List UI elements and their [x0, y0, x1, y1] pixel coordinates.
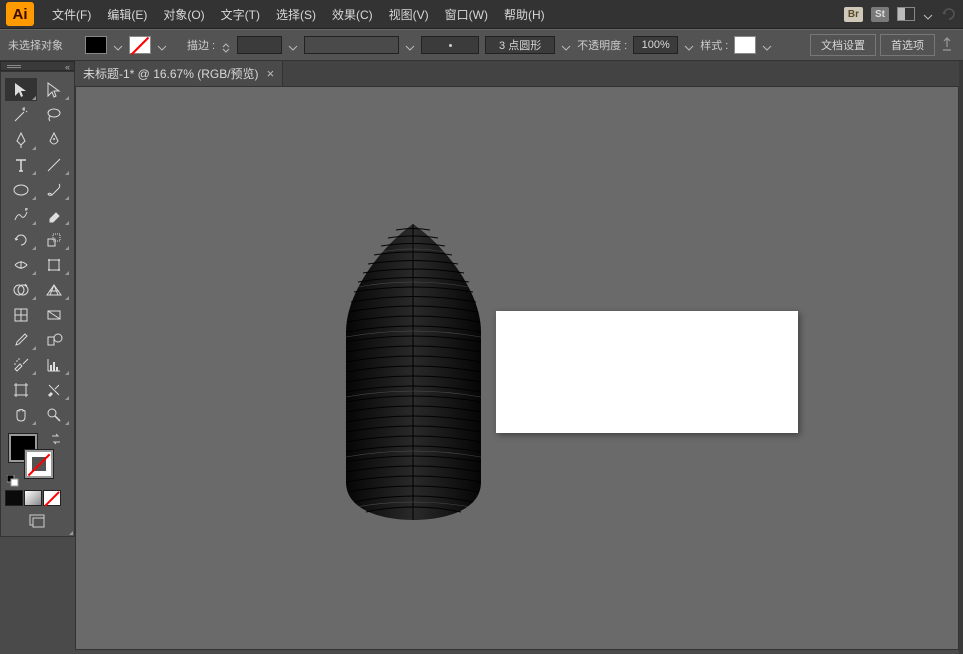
menu-object[interactable]: 对象(O) [155, 6, 212, 23]
stepper-icon[interactable] [221, 40, 231, 50]
perspective-grid-tool[interactable] [39, 278, 71, 301]
mesh-tool[interactable] [5, 303, 37, 326]
eyedropper-tool[interactable] [5, 328, 37, 351]
menu-file[interactable]: 文件(F) [44, 6, 99, 23]
stock-badge[interactable]: St [871, 7, 889, 22]
chevron-down-icon[interactable] [923, 9, 933, 19]
artboard [496, 311, 798, 433]
document-tab[interactable]: 未标题-1* @ 16.67% (RGB/预览) × [75, 61, 283, 86]
brush-definition-dropdown[interactable] [304, 36, 399, 54]
color-mode-row [5, 490, 70, 506]
free-transform-tool[interactable] [39, 253, 71, 276]
ellipse-tool[interactable] [5, 178, 37, 201]
right-panel-strip[interactable] [959, 61, 963, 654]
screen-mode-button[interactable] [27, 512, 49, 530]
menu-select[interactable]: 选择(S) [268, 6, 324, 23]
width-tool[interactable] [5, 253, 37, 276]
eraser-tool[interactable] [39, 203, 71, 226]
selection-status: 未选择对象 [8, 37, 63, 53]
menu-bar: Ai 文件(F) 编辑(E) 对象(O) 文字(T) 选择(S) 效果(C) 视… [0, 0, 963, 29]
rotate-tool[interactable] [5, 228, 37, 251]
pen-tool[interactable] [5, 128, 37, 151]
sync-icon[interactable] [941, 6, 957, 22]
shape-builder-tool[interactable] [5, 278, 37, 301]
line-tool[interactable] [39, 153, 71, 176]
artboard-tool[interactable] [5, 378, 37, 401]
shaper-tool[interactable] [5, 203, 37, 226]
chevron-down-icon[interactable] [288, 40, 298, 50]
curvature-tool[interactable] [39, 128, 71, 151]
stroke-color-swatch[interactable] [25, 450, 53, 478]
menu-window[interactable]: 窗口(W) [437, 6, 496, 23]
fill-swatch[interactable] [85, 36, 107, 54]
preferences-button[interactable]: 首选项 [880, 34, 935, 56]
stroke-width-label: 描边 : [187, 37, 215, 53]
chevron-down-icon[interactable] [405, 40, 415, 50]
zoom-tool[interactable] [39, 403, 71, 426]
blend-tool[interactable] [39, 328, 71, 351]
app-logo-icon: Ai [6, 2, 34, 26]
tool-panel-handle[interactable]: « [0, 61, 75, 71]
bridge-badge[interactable]: Br [844, 7, 863, 22]
chevron-down-icon[interactable] [684, 40, 694, 50]
opacity-input[interactable] [633, 36, 678, 54]
chevron-down-icon[interactable] [561, 40, 571, 50]
chevron-down-icon[interactable] [157, 40, 167, 50]
variable-width-profile[interactable] [421, 36, 479, 54]
stroke-swatch[interactable] [129, 36, 151, 54]
opacity-label: 不透明度 : [577, 37, 627, 53]
direct-selection-tool[interactable] [39, 78, 71, 101]
workspace-switcher-icon[interactable] [897, 7, 915, 21]
menu-type[interactable]: 文字(T) [213, 6, 268, 23]
style-label: 样式 : [700, 37, 728, 53]
lasso-tool[interactable] [39, 103, 71, 126]
default-colors-icon[interactable] [7, 474, 19, 486]
magic-wand-tool[interactable] [5, 103, 37, 126]
pin-icon[interactable] [939, 37, 955, 53]
selection-tool[interactable] [5, 78, 37, 101]
blend-object [326, 222, 501, 522]
color-mode-solid[interactable] [5, 490, 23, 506]
menu-view[interactable]: 视图(V) [381, 6, 437, 23]
document-setup-button[interactable]: 文档设置 [810, 34, 876, 56]
menu-effect[interactable]: 效果(C) [324, 6, 381, 23]
profile-name-input[interactable] [485, 36, 555, 54]
menu-edit[interactable]: 编辑(E) [99, 6, 155, 23]
hand-tool[interactable] [5, 403, 37, 426]
type-tool[interactable] [5, 153, 37, 176]
canvas-area[interactable] [75, 86, 959, 650]
color-swatch-area [5, 432, 70, 482]
chevron-down-icon[interactable] [762, 40, 772, 50]
chevron-down-icon[interactable] [113, 40, 123, 50]
column-graph-tool[interactable] [39, 353, 71, 376]
swap-colors-icon[interactable] [50, 432, 62, 444]
close-icon[interactable]: × [267, 66, 275, 81]
paintbrush-tool[interactable] [39, 178, 71, 201]
gradient-tool[interactable] [39, 303, 71, 326]
document-tab-bar: 未标题-1* @ 16.67% (RGB/预览) × [75, 61, 959, 86]
scale-tool[interactable] [39, 228, 71, 251]
style-swatch[interactable] [734, 36, 756, 54]
tool-panel [0, 71, 75, 537]
document-tab-label: 未标题-1* @ 16.67% (RGB/预览) [83, 65, 259, 82]
options-bar: 未选择对象 描边 : 不透明度 : 样式 : 文档设置 首选项 [0, 29, 963, 61]
stroke-width-input[interactable] [237, 36, 282, 54]
symbol-sprayer-tool[interactable] [5, 353, 37, 376]
color-mode-gradient[interactable] [24, 490, 42, 506]
menu-help[interactable]: 帮助(H) [496, 6, 553, 23]
slice-tool[interactable] [39, 378, 71, 401]
color-mode-none[interactable] [43, 490, 61, 506]
